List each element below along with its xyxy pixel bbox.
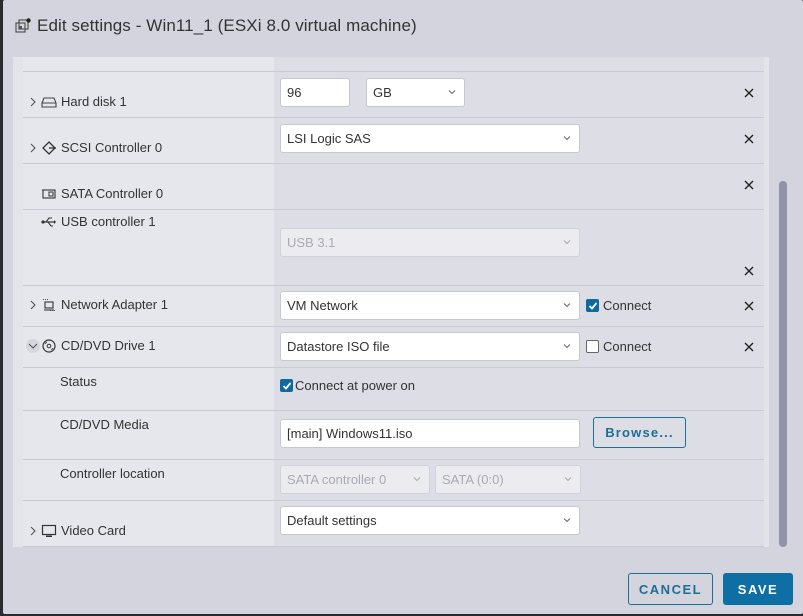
device-row-video-card: Video Card Default settings bbox=[23, 501, 764, 547]
chevron-right-icon bbox=[28, 526, 38, 536]
sata-controller-label: SATA Controller 0 bbox=[61, 186, 163, 201]
chevron-right-icon bbox=[28, 300, 38, 310]
scsi-controller-label: SCSI Controller 0 bbox=[61, 140, 162, 155]
chevron-down-icon bbox=[413, 475, 421, 483]
device-row-network-adapter: Network Adapter 1 VM Network Connect bbox=[23, 286, 764, 327]
usb-controller-label: USB controller 1 bbox=[61, 214, 156, 229]
usb-type-select[interactable]: USB 3.1 bbox=[280, 228, 580, 257]
cancel-button[interactable]: CANCEL bbox=[628, 573, 713, 605]
checkbox-checked-icon bbox=[586, 299, 599, 312]
device-row-scsi-controller: SCSI Controller 0 LSI Logic SAS bbox=[23, 118, 764, 164]
chevron-down-icon bbox=[28, 341, 38, 351]
cd-dvd-source-value: Datastore ISO file bbox=[287, 339, 390, 354]
scsi-type-value: LSI Logic SAS bbox=[287, 131, 371, 146]
hard-disk-unit-select[interactable]: GB bbox=[366, 78, 465, 107]
video-settings-select[interactable]: Default settings bbox=[280, 506, 580, 535]
chevron-down-icon bbox=[563, 134, 571, 142]
device-row-sata-controller: SATA Controller 0 bbox=[23, 164, 764, 210]
device-row-cd-dvd: CD/DVD Drive 1 Datastore ISO file Connec… bbox=[23, 327, 764, 368]
network-connect-label: Connect bbox=[603, 298, 651, 313]
controller-slot-select[interactable]: SATA (0:0) bbox=[435, 465, 581, 494]
network-value: VM Network bbox=[287, 298, 358, 313]
usb-controller-label-group: USB controller 1 bbox=[41, 214, 156, 229]
cd-dvd-media-label: CD/DVD Media bbox=[60, 417, 149, 432]
chevron-down-icon bbox=[563, 342, 571, 350]
scrollbar-thumb[interactable] bbox=[779, 181, 787, 547]
checkbox-checked-icon bbox=[280, 379, 293, 392]
remove-hard-disk-icon[interactable] bbox=[742, 86, 756, 100]
chevron-right-icon bbox=[28, 97, 38, 107]
scsi-controller-toggle[interactable]: SCSI Controller 0 bbox=[28, 140, 162, 155]
scsi-type-select[interactable]: LSI Logic SAS bbox=[280, 124, 580, 153]
dialog-titlebar: Edit settings - Win11_1 (ESXi 8.0 virtua… bbox=[15, 14, 417, 38]
device-row-usb-controller: USB controller 1 USB 3.1 bbox=[23, 210, 764, 286]
chevron-down-icon bbox=[564, 475, 572, 483]
save-button[interactable]: SAVE bbox=[723, 573, 793, 605]
cd-dvd-connect-label: Connect bbox=[603, 339, 651, 354]
cd-dvd-media-input[interactable]: [main] Windows11.iso bbox=[280, 419, 580, 448]
hard-disk-unit-value: GB bbox=[373, 85, 392, 100]
chevron-right-icon bbox=[28, 143, 38, 153]
vm-settings-icon bbox=[15, 18, 31, 34]
scsi-controller-icon bbox=[41, 141, 57, 155]
cd-dvd-toggle[interactable]: CD/DVD Drive 1 bbox=[28, 338, 156, 353]
connect-at-power-on-label: Connect at power on bbox=[295, 378, 415, 393]
checkbox-unchecked-icon bbox=[586, 340, 599, 353]
cd-dvd-icon bbox=[41, 339, 57, 353]
scrollbar[interactable] bbox=[777, 57, 789, 547]
controller-select[interactable]: SATA controller 0 bbox=[280, 465, 430, 494]
controller-value: SATA controller 0 bbox=[287, 472, 386, 487]
cd-dvd-connect-checkbox[interactable]: Connect bbox=[586, 339, 651, 354]
hard-disk-toggle[interactable]: Hard disk 1 bbox=[28, 94, 127, 109]
status-label: Status bbox=[60, 374, 97, 389]
sata-controller-label-group: SATA Controller 0 bbox=[41, 186, 163, 201]
controller-location-row: Controller location SATA controller 0 SA… bbox=[23, 460, 764, 501]
remove-scsi-controller-icon[interactable] bbox=[742, 132, 756, 146]
network-connect-checkbox[interactable]: Connect bbox=[586, 298, 651, 313]
controller-location-label: Controller location bbox=[60, 466, 165, 481]
video-card-label: Video Card bbox=[61, 523, 126, 538]
device-row-hard-disk: Hard disk 1 96 GB bbox=[23, 72, 764, 118]
remove-network-adapter-icon[interactable] bbox=[742, 299, 756, 313]
network-adapter-toggle[interactable]: Network Adapter 1 bbox=[28, 297, 168, 312]
chevron-down-icon bbox=[563, 238, 571, 246]
edit-settings-dialog: Edit settings - Win11_1 (ESXi 8.0 virtua… bbox=[3, 0, 803, 614]
hard-disk-icon bbox=[41, 95, 57, 109]
video-card-toggle[interactable]: Video Card bbox=[28, 523, 126, 538]
cd-dvd-label: CD/DVD Drive 1 bbox=[61, 338, 156, 353]
sata-controller-icon bbox=[41, 187, 57, 201]
network-adapter-label: Network Adapter 1 bbox=[61, 297, 168, 312]
connect-at-power-on-checkbox[interactable]: Connect at power on bbox=[280, 378, 415, 393]
controller-slot-value: SATA (0:0) bbox=[442, 472, 504, 487]
video-settings-value: Default settings bbox=[287, 513, 377, 528]
cd-dvd-status-row: Status Connect at power on bbox=[23, 368, 764, 411]
dialog-title: Edit settings - Win11_1 (ESXi 8.0 virtua… bbox=[37, 16, 417, 36]
usb-icon bbox=[41, 215, 57, 229]
chevron-down-icon bbox=[563, 516, 571, 524]
remove-usb-controller-icon[interactable] bbox=[742, 264, 756, 278]
hard-disk-label: Hard disk 1 bbox=[61, 94, 127, 109]
chevron-down-icon bbox=[563, 301, 571, 309]
remove-cd-dvd-icon[interactable] bbox=[742, 340, 756, 354]
chevron-down-icon bbox=[448, 88, 456, 96]
cd-dvd-media-row: CD/DVD Media [main] Windows11.iso Browse… bbox=[23, 411, 764, 460]
remove-sata-controller-icon[interactable] bbox=[742, 178, 756, 192]
network-select[interactable]: VM Network bbox=[280, 291, 580, 320]
monitor-icon bbox=[41, 524, 57, 538]
usb-type-value: USB 3.1 bbox=[287, 235, 335, 250]
browse-button[interactable]: Browse... bbox=[593, 417, 686, 448]
network-adapter-icon bbox=[41, 298, 57, 312]
partial-row bbox=[23, 57, 764, 72]
device-list-scroll-area: Hard disk 1 96 GB bbox=[13, 57, 769, 547]
cd-dvd-source-select[interactable]: Datastore ISO file bbox=[280, 332, 580, 361]
hard-disk-size-input[interactable]: 96 bbox=[280, 78, 350, 107]
